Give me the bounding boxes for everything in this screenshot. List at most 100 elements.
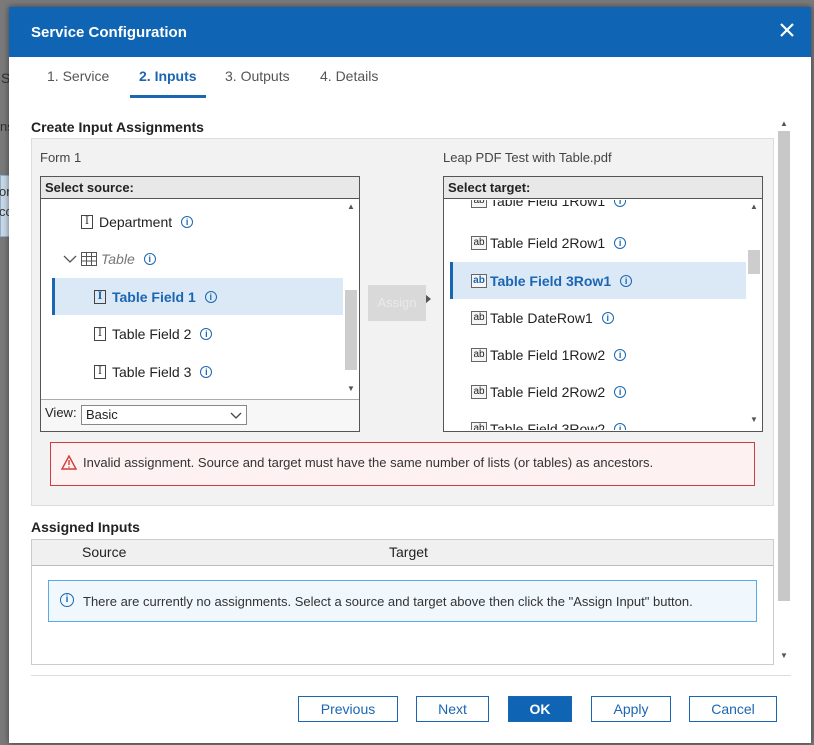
source-scrollbar[interactable]: ▲ ▼ [343,200,359,400]
text-field-icon: I [94,289,106,304]
tree-item-label: Table Field 3Row1 [490,272,612,289]
tree-item-target[interactable]: ab Table DateRow1 i [471,299,614,336]
tree-item-label: Table Field 2Row2 [490,383,606,400]
scrollbar-thumb[interactable] [778,131,790,601]
column-source[interactable]: Source [82,544,126,560]
info-icon[interactable]: i [620,274,633,287]
info-notice: i There are currently no assignments. Se… [48,580,757,622]
scroll-up-arrow[interactable]: ▲ [343,202,359,216]
previous-button[interactable]: Previous [298,696,398,722]
view-select-value: Basic [86,407,118,422]
create-assignments-heading: Create Input Assignments [31,119,204,135]
scroll-down-arrow[interactable]: ▼ [746,415,762,429]
info-icon[interactable]: i [614,385,627,398]
tab-outputs[interactable]: 3. Outputs [225,68,290,98]
info-icon[interactable]: i [204,290,217,303]
info-icon[interactable]: i [143,252,156,265]
next-button[interactable]: Next [416,696,489,722]
assign-input-button[interactable]: Assign [368,285,426,321]
tree-item-target[interactable]: ab Table Field 1Row1 i [471,200,627,219]
tree-item-label: Table Field 3 [112,363,192,380]
info-icon[interactable]: i [200,327,213,340]
dialog-scrollbar[interactable]: ▲ ▼ [776,117,792,665]
view-row: View: Basic [41,399,359,431]
tree-item-label: Table Field 3Row2 [490,420,606,431]
assigned-inputs-table: Source Target i There are currently no a… [31,539,774,665]
info-icon[interactable]: i [200,365,213,378]
source-tree-body: I Department i Table i I Table Field 1 i… [41,200,359,400]
tree-item-label: Table Field 1 [112,288,196,305]
tab-details[interactable]: 4. Details [320,68,378,98]
table-icon [81,251,97,266]
info-icon[interactable]: i [614,236,627,249]
dialog-titlebar: Service Configuration [9,7,811,57]
text-field-icon: ab [471,235,487,250]
scrollbar-thumb[interactable] [748,250,760,274]
info-icon: i [60,593,74,607]
source-form-label: Form 1 [40,150,82,165]
info-icon[interactable]: i [601,311,614,324]
info-icon[interactable]: i [614,200,627,207]
tree-item-label: Table Field 1Row2 [490,346,606,363]
tree-item-target[interactable]: ab Table Field 1Row2 i [471,336,627,373]
text-field-icon: ab [471,310,487,325]
service-configuration-dialog: Service Configuration 1. Service 2. Inpu… [9,7,811,743]
info-icon[interactable]: i [181,215,194,228]
text-field-icon: ab [471,384,487,399]
tree-item-table[interactable]: Table i [63,240,156,277]
tree-item-label: Table Field 2Row1 [490,234,606,251]
scrollbar-thumb[interactable] [345,290,357,370]
text-field-icon: I [94,326,106,341]
tree-item-table-field-1[interactable]: I Table Field 1 i [52,278,344,315]
dialog-title: Service Configuration [31,24,187,41]
tree-item-target[interactable]: ab Table Field 2Row1 i [471,224,627,261]
info-icon[interactable]: i [614,422,627,430]
wizard-tabs: 1. Service 2. Inputs 3. Outputs 4. Detai… [9,57,811,102]
source-tree-header: Select source: [41,177,359,199]
tree-item-department[interactable]: I Department i [81,203,194,240]
target-tree-body: ab Table Field 1Row1 i ab Table Field 2R… [444,200,762,430]
error-message: Invalid assignment. Source and target mu… [50,442,755,486]
target-doc-label: Leap PDF Test with Table.pdf [443,150,612,165]
warning-icon [61,455,77,470]
source-tree: Select source: I Department i Table i I … [40,176,360,432]
text-field-icon: I [81,214,93,229]
target-tree: Select target: ab Table Field 1Row1 i ab… [443,176,763,432]
footer-divider [31,675,791,676]
tree-item-table-field-2[interactable]: I Table Field 2 i [94,315,213,352]
text-field-icon: ab [471,200,487,208]
text-field-icon: I [94,364,106,379]
ok-button[interactable]: OK [508,696,572,722]
target-tree-header: Select target: [444,177,762,199]
cancel-button[interactable]: Cancel [689,696,777,722]
target-scrollbar[interactable]: ▲ ▼ [746,200,762,431]
tab-inputs[interactable]: 2. Inputs [130,68,206,98]
error-text: Invalid assignment. Source and target mu… [83,455,654,470]
tree-item-target[interactable]: ab Table Field 2Row2 i [471,373,627,410]
chevron-down-icon [230,412,242,419]
close-icon[interactable] [775,18,799,42]
apply-button[interactable]: Apply [591,696,671,722]
tab-service[interactable]: 1. Service [47,68,109,98]
tree-item-table-field-3[interactable]: I Table Field 3 i [94,353,213,390]
tree-item-target[interactable]: ab Table Field 3Row2 i [471,410,627,431]
view-select[interactable]: Basic [81,405,247,425]
text-field-icon: ab [471,421,487,430]
column-target[interactable]: Target [389,544,428,560]
chevron-down-icon[interactable] [63,254,77,264]
scroll-down-arrow[interactable]: ▼ [776,651,792,665]
text-field-icon: ab [471,347,487,362]
info-icon[interactable]: i [614,348,627,361]
tree-item-target-selected[interactable]: ab Table Field 3Row1 i [450,262,746,299]
tree-item-label: Department [99,213,173,230]
table-header: Source Target [32,540,773,566]
tree-item-label: Table Field 1Row1 [490,200,606,209]
view-label: View: [45,405,77,420]
text-field-icon: ab [471,273,487,288]
scroll-up-arrow[interactable]: ▲ [746,202,762,216]
tree-item-label: Table [101,250,135,267]
scroll-down-arrow[interactable]: ▼ [343,384,359,398]
assigned-inputs-heading: Assigned Inputs [31,519,140,535]
notice-text: There are currently no assignments. Sele… [83,594,693,609]
tree-item-label: Table Field 2 [112,325,192,342]
